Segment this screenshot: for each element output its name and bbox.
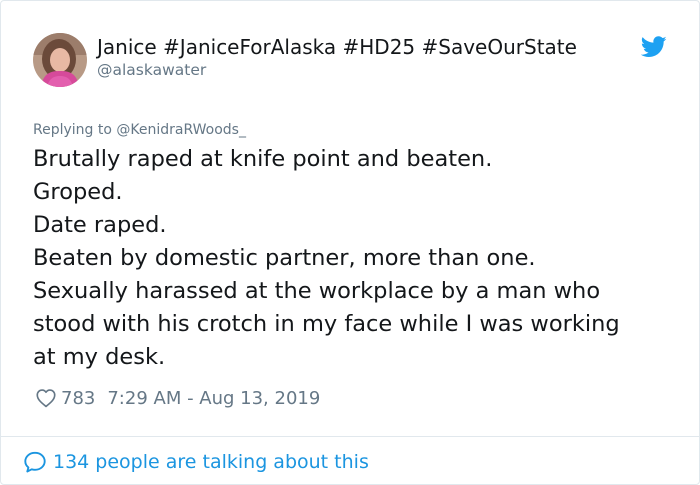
avatar-image [33, 33, 87, 87]
tweet-timestamp[interactable]: 7:29 AM - Aug 13, 2019 [107, 388, 320, 409]
user-block: Janice #JaniceForAlaska #HD25 #SaveOurSt… [97, 35, 577, 80]
tweet-header: Janice #JaniceForAlaska #HD25 #SaveOurSt… [33, 33, 673, 89]
heart-icon[interactable] [35, 387, 57, 409]
user-handle[interactable]: @alaskawater [97, 60, 577, 80]
twitter-bird-icon[interactable] [641, 36, 667, 58]
speech-bubble-icon [24, 451, 46, 473]
replying-to: Replying to @KenidraRWoods_ [33, 121, 246, 139]
avatar[interactable] [33, 33, 87, 87]
tweet-text-line: Date raped. [33, 212, 167, 238]
conversation-link[interactable]: 134 people are talking about this [23, 449, 369, 475]
replying-to-label: Replying to [33, 122, 117, 138]
tweet-card: Janice #JaniceForAlaska #HD25 #SaveOurSt… [0, 0, 700, 485]
display-name[interactable]: Janice #JaniceForAlaska #HD25 #SaveOurSt… [97, 35, 577, 59]
like-count[interactable]: 783 [61, 388, 95, 409]
tweet-text-line: Sexually harassed at the workplace by a … [33, 278, 601, 304]
tweet-text-line: Groped. [33, 179, 123, 205]
conversation-text[interactable]: 134 people are talking about this [53, 451, 369, 473]
tweet-text-line: at my desk. [33, 344, 166, 370]
tweet-meta: 783 7:29 AM - Aug 13, 2019 [35, 386, 320, 410]
tweet-text-line: stood with his crotch in my face while I… [33, 311, 620, 337]
tweet-text-line: Brutally raped at knife point and beaten… [33, 146, 493, 172]
divider [1, 436, 699, 437]
tweet-text: Brutally raped at knife point and beaten… [33, 143, 683, 374]
reply-handle-link[interactable]: @KenidraRWoods_ [116, 122, 246, 138]
tweet-text-line: Beaten by domestic partner, more than on… [33, 245, 536, 271]
